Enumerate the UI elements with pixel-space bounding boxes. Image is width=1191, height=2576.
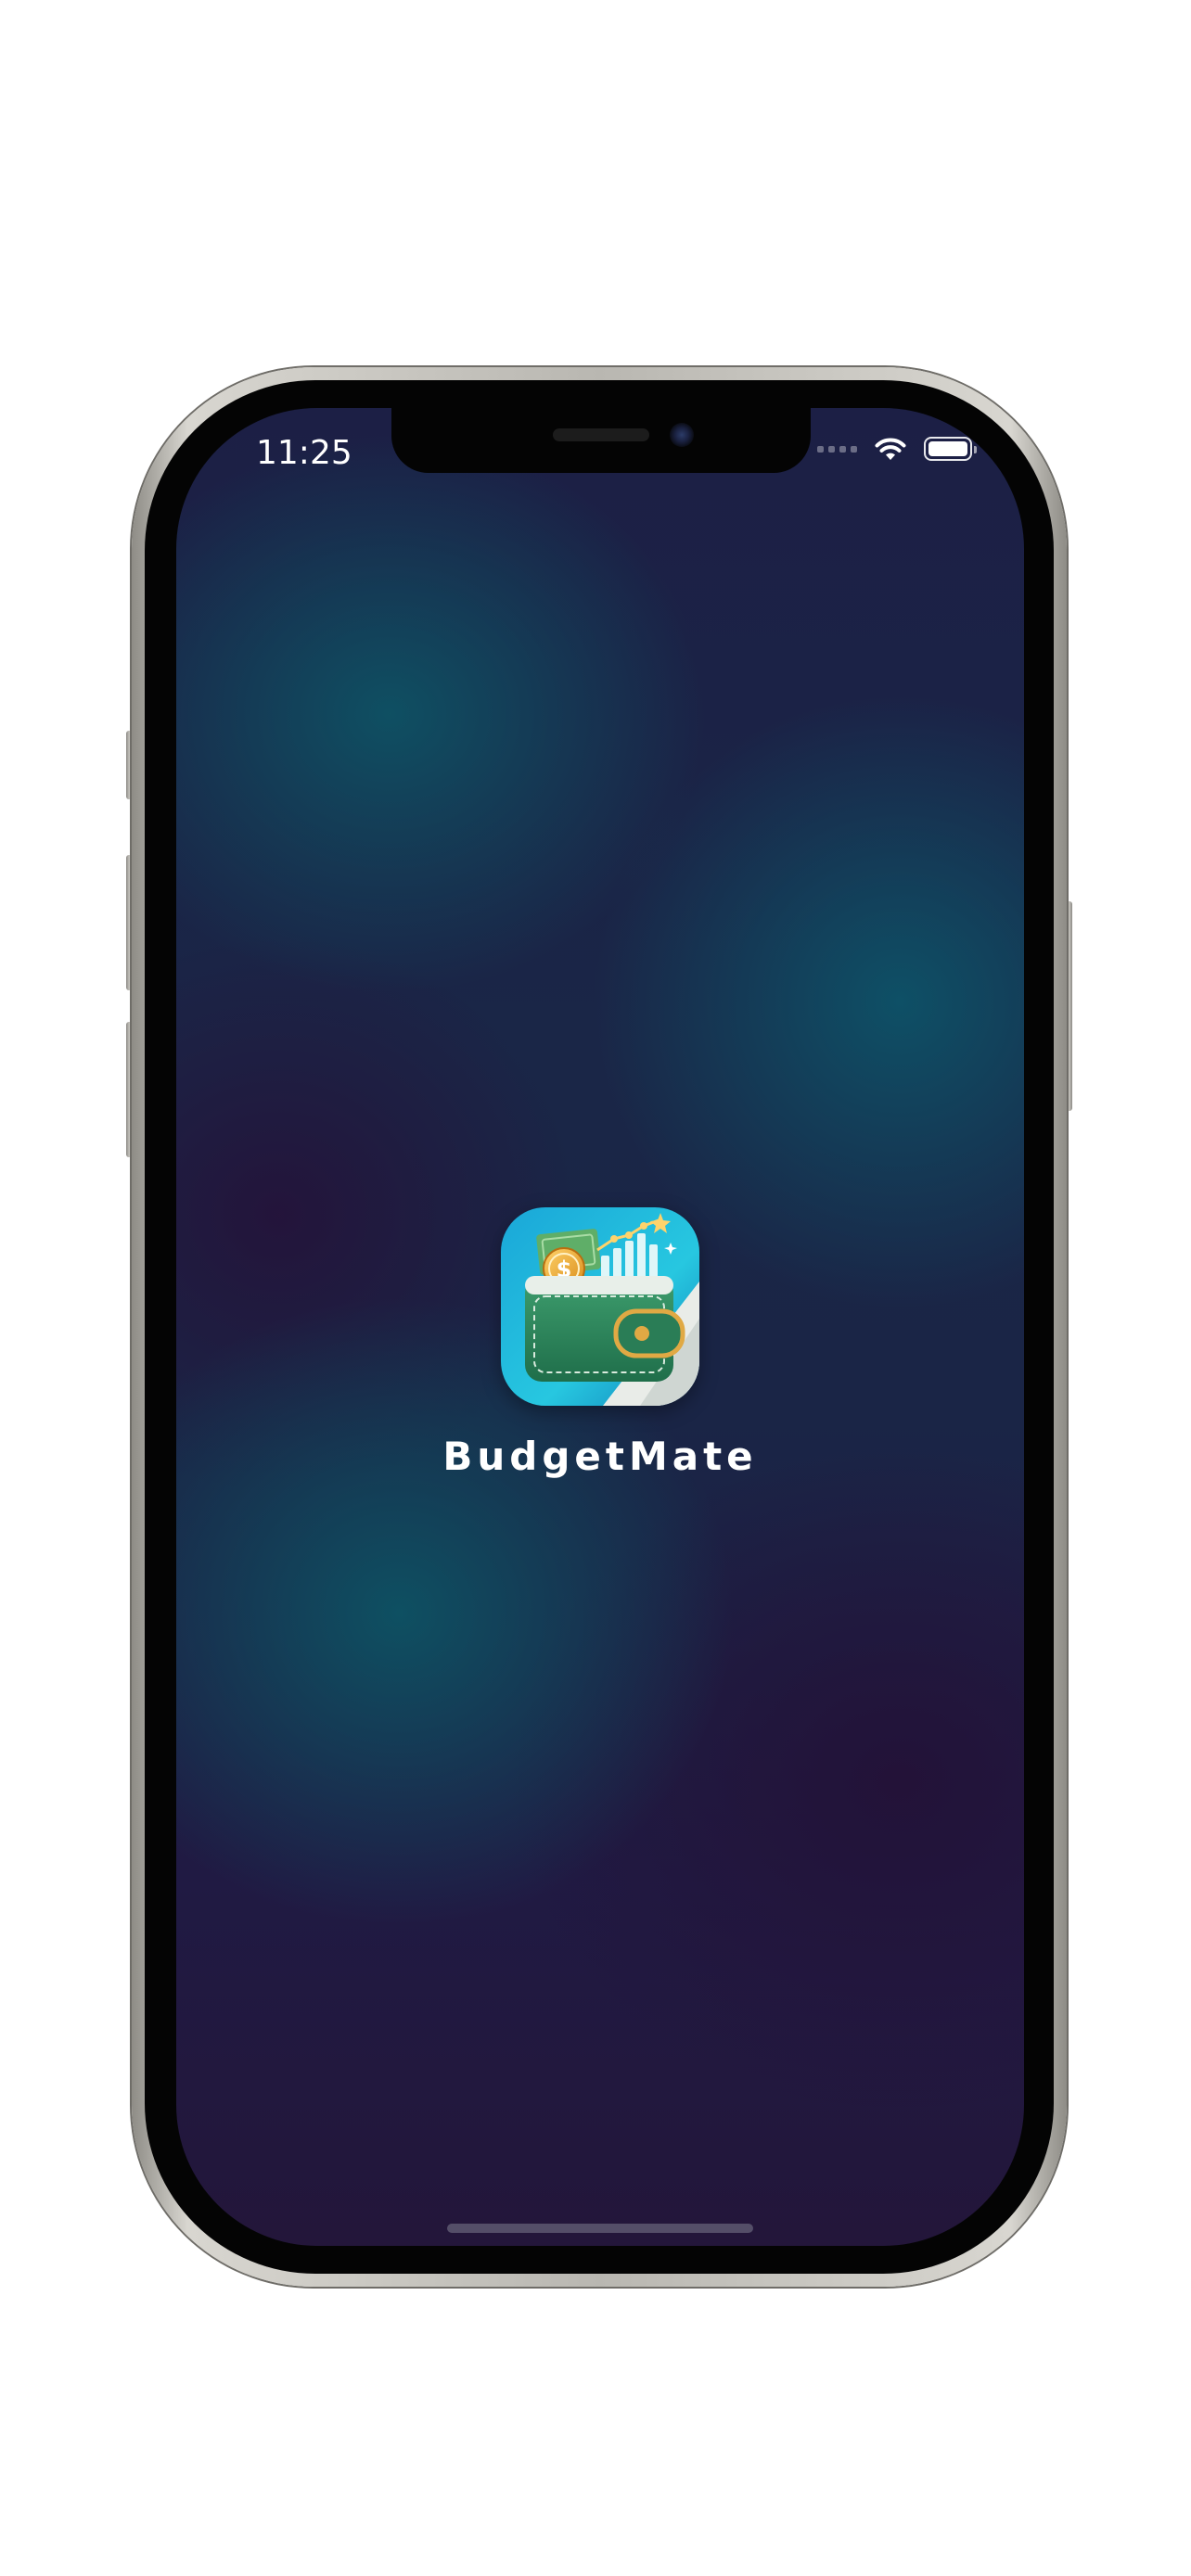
status-time: 11:25 bbox=[256, 434, 352, 472]
status-icons bbox=[817, 436, 977, 462]
wallet-app-icon: $ bbox=[501, 1207, 699, 1406]
wifi-icon bbox=[875, 438, 906, 460]
home-indicator[interactable] bbox=[447, 2224, 753, 2233]
front-camera bbox=[670, 423, 694, 447]
notch bbox=[391, 408, 811, 473]
device-mockup: 11:25 $ BudgetMate bbox=[0, 0, 1191, 2576]
earpiece-speaker bbox=[553, 428, 649, 441]
app-name: BudgetMate bbox=[442, 1434, 758, 1479]
cellular-signal-icon bbox=[817, 445, 857, 453]
battery-icon bbox=[924, 437, 977, 461]
splash-screen: 11:25 $ BudgetMate bbox=[176, 408, 1024, 2246]
